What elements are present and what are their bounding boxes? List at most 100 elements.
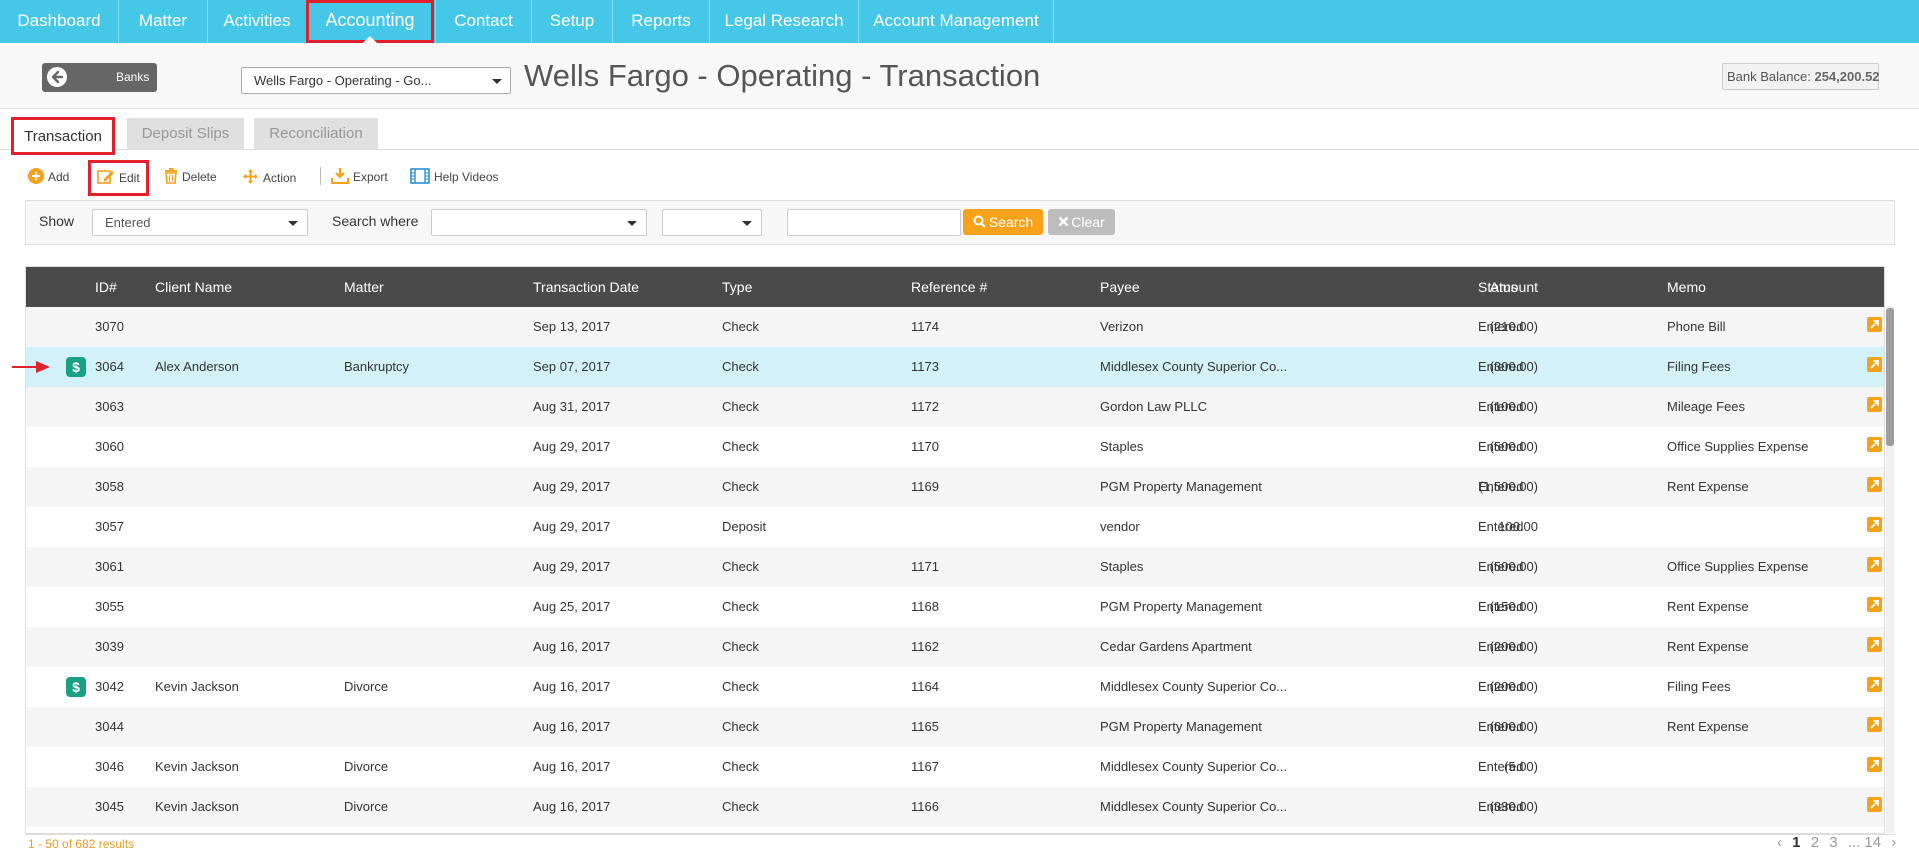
cell-memo: Rent Expense bbox=[1667, 639, 1749, 654]
external-edit-icon[interactable] bbox=[1867, 557, 1882, 572]
table-row[interactable]: 3063 Aug 31, 2017 Check 1172 Gordon Law PLLC… bbox=[26, 387, 1884, 427]
external-edit-icon[interactable] bbox=[1867, 757, 1882, 772]
column-header-client-name[interactable]: Client Name bbox=[155, 279, 232, 295]
table-row[interactable]: $3064 Alex Anderson Bankruptcy Sep 07, 2017… bbox=[26, 347, 1884, 387]
external-edit-icon[interactable] bbox=[1867, 597, 1882, 612]
show-label: Show bbox=[39, 213, 75, 229]
prev-page-icon[interactable]: ‹ bbox=[1777, 834, 1782, 851]
bank-account-select[interactable]: Wells Fargo - Operating - Go... bbox=[241, 67, 511, 94]
table-row[interactable]: 3061 Aug 29, 2017 Check 1171 Staples Entered O… bbox=[26, 547, 1884, 587]
search-operator-select[interactable] bbox=[662, 209, 762, 236]
table-row[interactable]: 3060 Aug 29, 2017 Check 1170 Staples Entered O… bbox=[26, 427, 1884, 467]
tab-deposit-slips[interactable]: Deposit Slips bbox=[127, 118, 244, 149]
nav-account-management[interactable]: Account Management bbox=[859, 0, 1053, 43]
cell-id: 3039 bbox=[95, 639, 124, 654]
column-header-matter[interactable]: Matter bbox=[344, 279, 384, 295]
cell-client: Alex Anderson bbox=[155, 359, 239, 374]
top-navigation: Dashboard Matter Activities Accounting C… bbox=[0, 0, 1919, 43]
action-button[interactable]: Action bbox=[242, 168, 296, 188]
external-edit-icon[interactable] bbox=[1867, 437, 1882, 452]
transactions-grid: ID# Client Name Matter Transaction Date … bbox=[25, 266, 1885, 834]
table-row[interactable]: 3045 Kevin Jackson Divorce Aug 16, 2017 Chec… bbox=[26, 787, 1884, 827]
table-row[interactable]: 3039 Aug 16, 2017 Check 1162 Cedar Gardens A… bbox=[26, 627, 1884, 667]
cell-amount: (300.00) bbox=[1489, 359, 1538, 374]
cell-type: Check bbox=[722, 439, 759, 454]
nav-dashboard[interactable]: Dashboard bbox=[0, 0, 118, 43]
table-row[interactable]: $3042 Kevin Jackson Divorce Aug 16, 2017 Che… bbox=[26, 667, 1884, 707]
next-page-icon[interactable]: › bbox=[1891, 834, 1896, 851]
back-to-banks-button[interactable]: Banks bbox=[42, 63, 157, 92]
column-header-memo[interactable]: Memo bbox=[1667, 279, 1706, 295]
move-arrows-icon bbox=[243, 169, 258, 184]
table-row[interactable]: 3044 Aug 16, 2017 Check 1165 PGM Property Ma… bbox=[26, 707, 1884, 747]
column-header-id[interactable]: ID# bbox=[95, 279, 117, 295]
nav-accounting[interactable]: Accounting bbox=[306, 0, 434, 43]
table-row[interactable]: 3055 Aug 25, 2017 Check 1168 PGM Property Ma… bbox=[26, 587, 1884, 627]
column-header-reference[interactable]: Reference # bbox=[911, 279, 987, 295]
external-edit-icon[interactable] bbox=[1867, 317, 1882, 332]
nav-activities[interactable]: Activities bbox=[208, 0, 306, 43]
nav-contact[interactable]: Contact bbox=[436, 0, 531, 43]
cell-type: Check bbox=[722, 719, 759, 734]
export-button[interactable]: Export bbox=[331, 168, 388, 188]
nav-legal-research[interactable]: Legal Research bbox=[710, 0, 858, 43]
cell-payee: Gordon Law PLLC bbox=[1100, 399, 1207, 414]
nav-reports[interactable]: Reports bbox=[613, 0, 709, 43]
delete-button[interactable]: Delete bbox=[164, 168, 217, 188]
page-link[interactable]: 2 bbox=[1811, 834, 1819, 851]
grid-scrollbar-thumb[interactable] bbox=[1886, 308, 1894, 446]
column-header-transaction-date[interactable]: Transaction Date bbox=[533, 279, 639, 295]
page-link[interactable]: 14 bbox=[1864, 834, 1881, 851]
search-field-select[interactable] bbox=[431, 209, 647, 236]
cell-amount: (330.00) bbox=[1489, 799, 1538, 814]
cell-date: Aug 16, 2017 bbox=[533, 799, 611, 814]
external-edit-icon[interactable] bbox=[1867, 477, 1882, 492]
tab-transaction[interactable]: Transaction bbox=[11, 117, 115, 155]
column-header-status[interactable]: Status bbox=[1478, 279, 1518, 295]
external-edit-icon[interactable] bbox=[1867, 357, 1882, 372]
page-link[interactable]: 3 bbox=[1829, 834, 1837, 851]
chevron-down-icon bbox=[742, 221, 752, 226]
cell-payee: Verizon bbox=[1100, 319, 1144, 334]
column-header-type[interactable]: Type bbox=[722, 279, 752, 295]
add-button[interactable]: Add bbox=[28, 168, 69, 188]
cell-memo: Mileage Fees bbox=[1667, 399, 1746, 414]
cell-ref: 1166 bbox=[911, 799, 939, 814]
cell-type: Check bbox=[722, 679, 759, 694]
external-edit-icon[interactable] bbox=[1867, 637, 1882, 652]
nav-setup[interactable]: Setup bbox=[532, 0, 612, 43]
cell-date: Aug 29, 2017 bbox=[533, 519, 611, 534]
edit-button[interactable]: Edit bbox=[88, 160, 149, 196]
external-edit-icon[interactable] bbox=[1867, 517, 1882, 532]
table-row[interactable]: 3070 Sep 13, 2017 Check 1174 Verizon Entered P… bbox=[26, 307, 1884, 347]
cell-date: Aug 29, 2017 bbox=[533, 479, 611, 494]
cell-ref: 1167 bbox=[911, 759, 939, 774]
page-link-current[interactable]: 1 bbox=[1792, 834, 1800, 851]
cell-payee: PGM Property Management bbox=[1100, 719, 1262, 734]
cell-matter: Divorce bbox=[344, 759, 389, 774]
clear-button[interactable]: Clear bbox=[1048, 209, 1115, 235]
external-edit-icon[interactable] bbox=[1867, 797, 1882, 812]
tab-reconciliation[interactable]: Reconciliation bbox=[254, 118, 378, 149]
help-videos-button[interactable]: Help Videos bbox=[410, 168, 499, 188]
nav-matter[interactable]: Matter bbox=[119, 0, 207, 43]
show-status-select[interactable]: Entered bbox=[92, 209, 308, 236]
search-text-input[interactable] bbox=[787, 209, 961, 236]
cell-ref: 1174 bbox=[911, 319, 939, 334]
table-row[interactable]: 3046 Kevin Jackson Divorce Aug 16, 2017 Chec… bbox=[26, 747, 1884, 787]
money-icon[interactable]: $ bbox=[66, 357, 86, 377]
cell-matter: Divorce bbox=[344, 679, 389, 694]
column-header-payee[interactable]: Payee bbox=[1100, 279, 1140, 295]
external-edit-icon[interactable] bbox=[1867, 717, 1882, 732]
cell-ref: 1170 bbox=[911, 439, 939, 454]
table-row[interactable]: 3058 Aug 29, 2017 Check 1169 PGM Property Ma… bbox=[26, 467, 1884, 507]
external-edit-icon[interactable] bbox=[1867, 677, 1882, 692]
cell-memo: Office Supplies Expense bbox=[1667, 439, 1809, 454]
cell-type: Check bbox=[722, 639, 759, 654]
cell-ref: 1162 bbox=[911, 639, 939, 654]
search-button[interactable]: Search bbox=[963, 209, 1043, 235]
table-row[interactable]: 3057 Aug 29, 2017 Deposit vendor Entered 100.… bbox=[26, 507, 1884, 547]
money-icon[interactable]: $ bbox=[66, 677, 86, 697]
external-edit-icon[interactable] bbox=[1867, 397, 1882, 412]
cell-amount: (100.00) bbox=[1489, 399, 1538, 414]
